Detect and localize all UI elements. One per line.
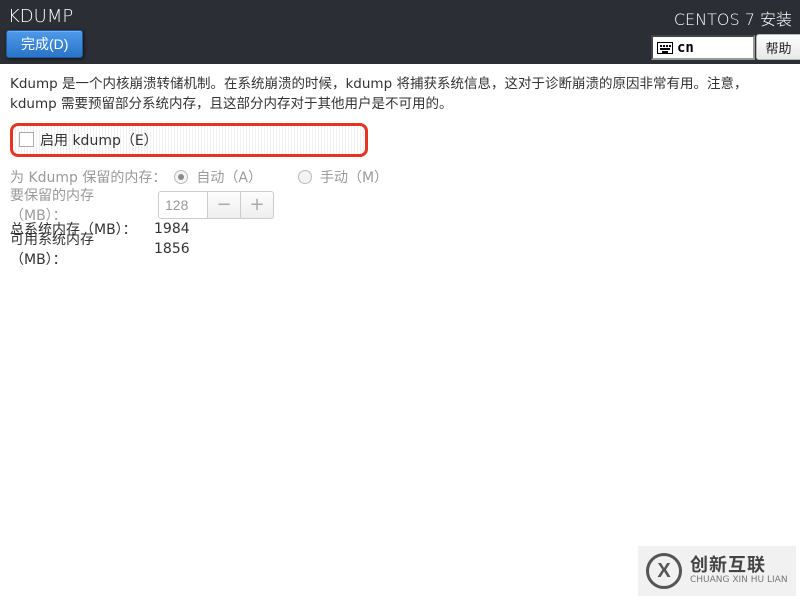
memory-spinner: − + — [158, 190, 274, 220]
help-button-label: 帮助 — [765, 38, 791, 57]
watermark-cn: 创新互联 — [690, 556, 788, 576]
kdump-content: Kdump 是一个内核崩溃转储机制。在系统崩溃的时候，kdump 将捕获系统信息… — [0, 64, 800, 259]
memory-increment-button[interactable]: + — [241, 191, 274, 219]
usable-memory-label: 可用系统内存（MB）： — [10, 229, 148, 269]
reserve-manual-label: 手动（M） — [320, 167, 388, 187]
enable-kdump-checkbox[interactable] — [19, 132, 34, 147]
total-memory-value: 1984 — [154, 221, 190, 237]
watermark-text: 创新互联 CHUANG XIN HU LIAN — [690, 556, 788, 586]
help-button[interactable]: 帮助 — [756, 34, 800, 60]
watermark-pinyin: CHUANG XIN HU LIAN — [690, 576, 788, 586]
reserve-auto-radio[interactable] — [174, 170, 188, 184]
watermark-icon: X — [646, 553, 682, 589]
memory-decrement-button[interactable]: − — [208, 191, 241, 219]
usable-memory-row: 可用系统内存（MB）： 1856 — [10, 239, 792, 259]
page-title: KDUMP — [8, 6, 73, 27]
keyboard-icon — [657, 42, 673, 54]
memory-to-reserve-row: 要保留的内存（MB）： − + — [10, 191, 792, 219]
install-product-label: CENTOS 7 安装 — [674, 6, 792, 30]
locale-code: cn — [677, 40, 694, 56]
kdump-description: Kdump 是一个内核崩溃转储机制。在系统崩溃的时候，kdump 将捕获系统信息… — [10, 74, 792, 115]
enable-kdump-row[interactable]: 启用 kdump（E） — [10, 123, 368, 157]
reserve-auto-label: 自动（A） — [196, 167, 262, 187]
done-button[interactable]: 完成(D) — [6, 30, 83, 58]
watermark-logo: X 创新互联 CHUANG XIN HU LIAN — [638, 546, 796, 596]
usable-memory-value: 1856 — [154, 241, 190, 257]
reserve-label: 为 Kdump 保留的内存： — [10, 167, 166, 187]
keyboard-locale-selector[interactable]: cn — [651, 35, 755, 60]
enable-kdump-label: 启用 kdump（E） — [40, 130, 158, 150]
reserve-manual-radio[interactable] — [298, 170, 312, 184]
memory-input[interactable] — [158, 191, 208, 219]
installer-topbar: KDUMP CENTOS 7 安装 完成(D) cn 帮助 — [0, 0, 800, 64]
